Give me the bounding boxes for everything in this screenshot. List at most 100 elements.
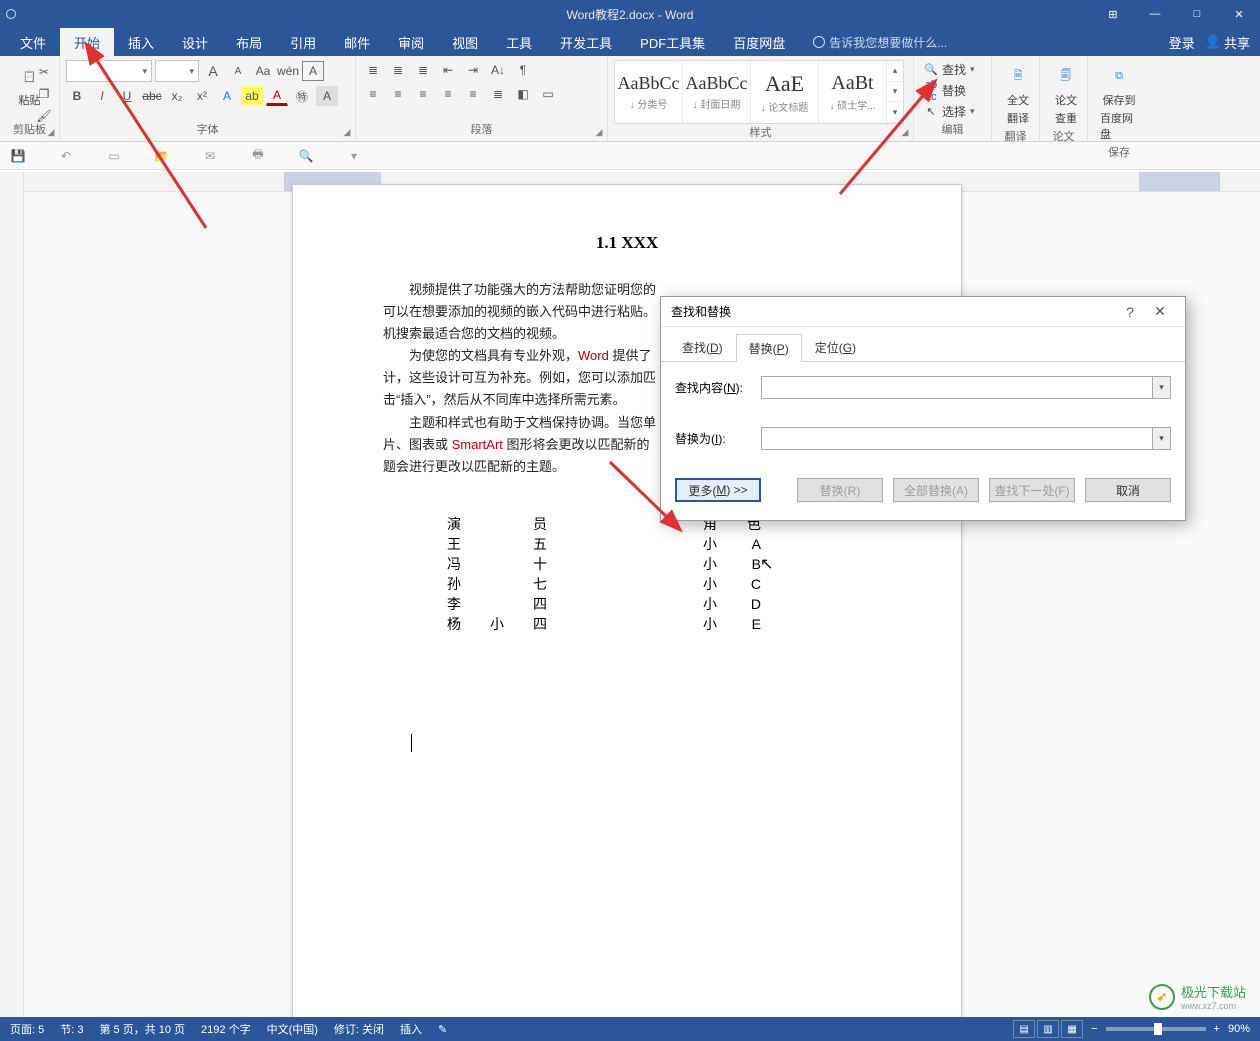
select-button[interactable]: ↖选择▾ bbox=[920, 102, 979, 121]
dialog-tab-find[interactable]: 查找(D) bbox=[669, 333, 736, 361]
tab-references[interactable]: 引用 bbox=[276, 28, 330, 56]
subscript-button[interactable]: x₂ bbox=[166, 86, 188, 106]
font-name-combo[interactable]: ▾ bbox=[66, 60, 152, 82]
shrink-font-button[interactable]: A bbox=[227, 61, 249, 81]
tab-layout[interactable]: 布局 bbox=[222, 28, 276, 56]
sec-undo-icon[interactable]: ↶ bbox=[56, 146, 76, 166]
font-dialog-launcher[interactable]: ◢ bbox=[341, 127, 353, 139]
find-next-button[interactable]: 查找下一处(F) bbox=[989, 478, 1075, 502]
align-left-button[interactable]: ≡ bbox=[362, 84, 384, 104]
status-track[interactable]: 修订: 关闭 bbox=[334, 1021, 384, 1037]
view-print-button[interactable]: ▥ bbox=[1037, 1020, 1059, 1038]
show-marks-button[interactable]: ¶ bbox=[512, 60, 534, 80]
sec-new-icon[interactable]: ▭ bbox=[104, 146, 124, 166]
align-justify-button[interactable]: ≡ bbox=[437, 84, 459, 104]
sec-more-icon[interactable]: ▾ bbox=[344, 146, 364, 166]
font-size-combo[interactable]: ▾ bbox=[155, 60, 199, 82]
underline-button[interactable]: U bbox=[116, 86, 138, 106]
font-color-button[interactable]: A bbox=[266, 86, 288, 106]
clipboard-dialog-launcher[interactable]: ◢ bbox=[45, 127, 57, 139]
replace-one-button[interactable]: 替换(R) bbox=[797, 478, 883, 502]
format-painter-button[interactable]: 🖌 bbox=[33, 106, 55, 126]
status-insert[interactable]: 插入 bbox=[400, 1021, 422, 1037]
replace-all-button[interactable]: 全部替换(A) bbox=[893, 478, 979, 502]
replace-with-dropdown[interactable]: ▾ bbox=[1152, 428, 1170, 449]
text-effects-button[interactable]: A bbox=[216, 86, 238, 106]
close-window-button[interactable]: ✕ bbox=[1218, 0, 1260, 28]
find-what-dropdown[interactable]: ▾ bbox=[1152, 377, 1170, 398]
tab-file[interactable]: 文件 bbox=[6, 28, 60, 56]
style-item-1[interactable]: AaBbCc↓ 封面日期 bbox=[683, 61, 751, 123]
dialog-close-button[interactable]: ✕ bbox=[1145, 303, 1175, 320]
sort-button[interactable]: A↓ bbox=[487, 60, 509, 80]
status-pages[interactable]: 第 5 页，共 10 页 bbox=[99, 1021, 185, 1037]
tab-design[interactable]: 设计 bbox=[168, 28, 222, 56]
status-page[interactable]: 页面: 5 bbox=[10, 1021, 44, 1037]
dialog-tab-replace[interactable]: 替换(P) bbox=[736, 334, 802, 362]
numbering-button[interactable]: ≣ bbox=[387, 60, 409, 80]
grow-font-button[interactable]: A bbox=[202, 61, 224, 81]
zoom-slider[interactable] bbox=[1106, 1027, 1206, 1031]
replace-with-combo[interactable]: ▾ bbox=[761, 427, 1171, 450]
superscript-button[interactable]: x² bbox=[191, 86, 213, 106]
char-border-button[interactable]: A bbox=[302, 61, 324, 81]
find-what-input[interactable] bbox=[762, 377, 1152, 398]
cancel-button[interactable]: 取消 bbox=[1085, 478, 1171, 502]
shading-button[interactable]: ◧ bbox=[512, 84, 534, 104]
strike-button[interactable]: abc bbox=[141, 86, 163, 106]
style-item-3[interactable]: AaBt↓ 硕士学... bbox=[819, 61, 887, 123]
align-right-button[interactable]: ≡ bbox=[412, 84, 434, 104]
paragraph-dialog-launcher[interactable]: ◢ bbox=[593, 127, 605, 139]
tab-insert[interactable]: 插入 bbox=[114, 28, 168, 56]
tab-mail[interactable]: 邮件 bbox=[330, 28, 384, 56]
highlight-button[interactable]: ab bbox=[241, 86, 263, 106]
sec-preview-icon[interactable]: 🔍 bbox=[296, 146, 316, 166]
styles-gallery[interactable]: AaBbCc↓ 分类号 AaBbCc↓ 封面日期 AaE↓ 论文标题 AaBt↓… bbox=[614, 60, 904, 124]
dialog-help-button[interactable]: ? bbox=[1115, 304, 1145, 320]
maximize-button[interactable]: □ bbox=[1176, 0, 1218, 28]
sec-open-icon[interactable]: 📂 bbox=[152, 146, 172, 166]
change-case-button[interactable]: Aa bbox=[252, 61, 274, 81]
thesis-check-button[interactable]: 🗐 论文 查重 bbox=[1046, 60, 1086, 128]
cut-button[interactable]: ✂ bbox=[33, 62, 55, 82]
minimize-button[interactable]: — bbox=[1134, 0, 1176, 28]
sec-print-icon[interactable]: 🖶 bbox=[248, 146, 268, 166]
bold-button[interactable]: B bbox=[66, 86, 88, 106]
view-read-button[interactable]: ▤ bbox=[1013, 1020, 1035, 1038]
translate-button[interactable]: 🗎 全文 翻译 bbox=[998, 60, 1038, 128]
styles-dialog-launcher[interactable]: ◢ bbox=[899, 127, 911, 139]
replace-with-input[interactable] bbox=[762, 428, 1152, 449]
bullets-button[interactable]: ≣ bbox=[362, 60, 384, 80]
login-link[interactable]: 登录 bbox=[1169, 33, 1195, 52]
style-item-0[interactable]: AaBbCc↓ 分类号 bbox=[615, 61, 683, 123]
tell-me-input[interactable]: 告诉我您想要做什么... bbox=[813, 28, 947, 56]
increase-indent-button[interactable]: ⇥ bbox=[462, 60, 484, 80]
status-language[interactable]: 中文(中国) bbox=[267, 1021, 318, 1037]
copy-button[interactable]: ❐ bbox=[33, 84, 55, 104]
find-button[interactable]: 🔍查找▾ bbox=[920, 60, 979, 79]
borders-button[interactable]: ▭ bbox=[537, 84, 559, 104]
align-center-button[interactable]: ≡ bbox=[387, 84, 409, 104]
replace-button[interactable]: abac替换 bbox=[920, 81, 979, 100]
char-shading-button[interactable]: A bbox=[316, 86, 338, 106]
align-distribute-button[interactable]: ≡ bbox=[462, 84, 484, 104]
dialog-titlebar[interactable]: 查找和替换 ? ✕ bbox=[661, 297, 1185, 327]
style-item-2[interactable]: AaE↓ 论文标题 bbox=[751, 61, 819, 123]
multilevel-button[interactable]: ≣ bbox=[412, 60, 434, 80]
zoom-in-button[interactable]: + bbox=[1214, 1023, 1220, 1035]
save-cloud-button[interactable]: ⧉ 保存到 百度网盘 bbox=[1094, 60, 1144, 144]
tab-view[interactable]: 视图 bbox=[438, 28, 492, 56]
styles-scroll[interactable]: ▴▾▾ bbox=[887, 61, 903, 123]
phonetic-guide-button[interactable]: wén bbox=[277, 61, 299, 81]
line-spacing-button[interactable]: ≣ bbox=[487, 84, 509, 104]
tab-home[interactable]: 开始 bbox=[60, 28, 114, 56]
tab-review[interactable]: 审阅 bbox=[384, 28, 438, 56]
zoom-out-button[interactable]: − bbox=[1091, 1023, 1097, 1035]
decrease-indent-button[interactable]: ⇤ bbox=[437, 60, 459, 80]
share-button[interactable]: 👤 共享 bbox=[1205, 33, 1250, 52]
dialog-tab-goto[interactable]: 定位(G) bbox=[802, 333, 869, 361]
status-section[interactable]: 节: 3 bbox=[60, 1021, 83, 1037]
italic-button[interactable]: I bbox=[91, 86, 113, 106]
vertical-ruler[interactable] bbox=[0, 172, 24, 1017]
status-words[interactable]: 2192 个字 bbox=[201, 1021, 251, 1037]
